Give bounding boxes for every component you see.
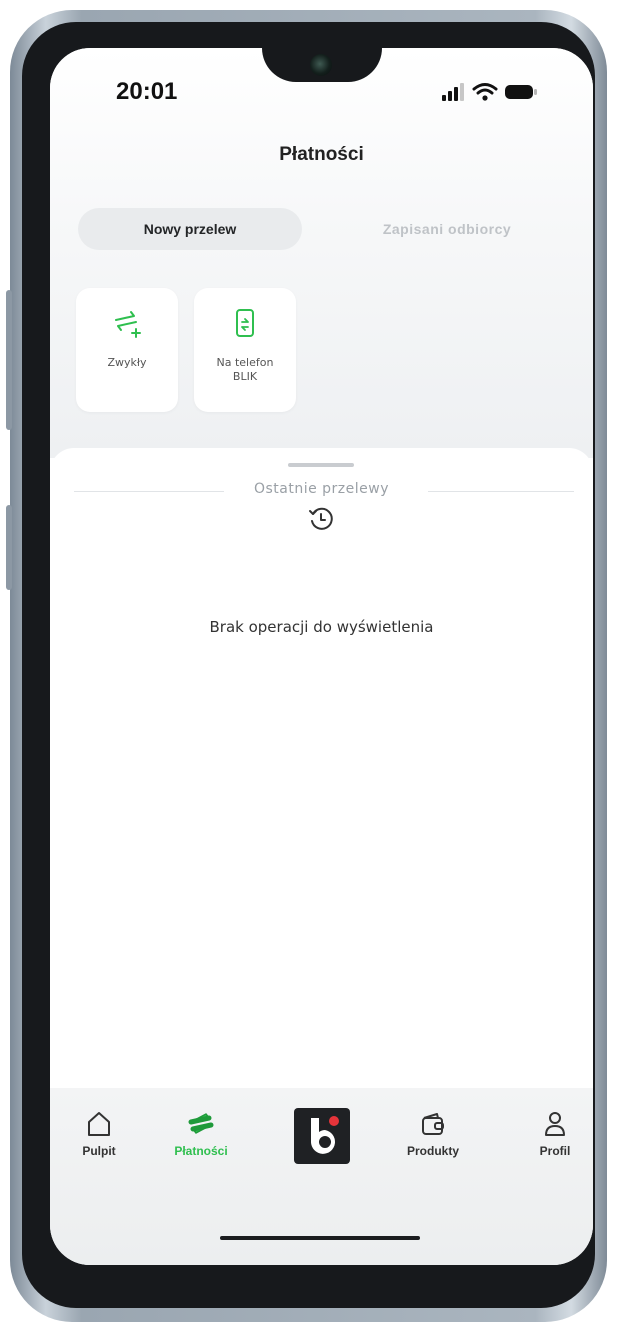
wallet-icon: [422, 1113, 444, 1135]
transfer-type-label: Na telefon BLIK: [216, 356, 274, 383]
phone-blik-icon: [236, 309, 254, 337]
nav-label: Profil: [539, 1144, 571, 1158]
recent-transfers-sheet: Ostatnie przelewy Brak operacji do wyświ…: [50, 448, 593, 1108]
home-indicator[interactable]: [220, 1236, 420, 1240]
nav-item-produkty[interactable]: Produkty: [388, 1088, 478, 1208]
transfer-type-regular[interactable]: Zwykły: [76, 288, 178, 412]
brand-logo-icon: [311, 1116, 339, 1154]
camera-icon: [310, 54, 332, 76]
nav-label: Produkty: [406, 1144, 459, 1158]
drag-handle[interactable]: [288, 463, 354, 467]
history-clock-icon[interactable]: [308, 506, 334, 532]
transfer-type-label: Zwykły: [107, 356, 147, 369]
power-button: [6, 505, 12, 590]
transfer-arrows-icon: [188, 1113, 214, 1134]
tab-saved-recipients[interactable]: Zapisani odbiorcy: [332, 208, 562, 250]
volume-button: [6, 290, 12, 430]
transfer-type-phone-blik[interactable]: Na telefon BLIK: [194, 288, 296, 412]
nav-item-platnosci[interactable]: Płatności: [156, 1088, 246, 1208]
transfer-arrows-plus-icon: [115, 311, 141, 338]
nav-label: Pulpit: [82, 1144, 116, 1158]
recent-transfers-title: Ostatnie przelewy: [253, 481, 390, 497]
brand-app-button[interactable]: [294, 1108, 350, 1164]
status-time: 20:01: [116, 78, 178, 105]
nav-item-profil[interactable]: Profil: [510, 1088, 593, 1208]
nav-label: Płatności: [174, 1144, 228, 1158]
nav-item-pulpit[interactable]: Pulpit: [54, 1088, 144, 1208]
wifi-icon: [472, 83, 498, 101]
app-screen: 20:01 Płatności Nowy przelew Zapisani od…: [50, 48, 593, 1265]
user-icon: [545, 1112, 565, 1136]
home-icon: [88, 1112, 110, 1136]
battery-icon: [505, 85, 537, 99]
notch: [262, 48, 382, 82]
status-icons: [442, 82, 562, 104]
page-title: Płatności: [279, 144, 364, 165]
signal-icon: [442, 83, 464, 101]
tab-new-transfer[interactable]: Nowy przelew: [78, 208, 302, 250]
empty-state-text: Brak operacji do wyświetlenia: [209, 618, 434, 636]
